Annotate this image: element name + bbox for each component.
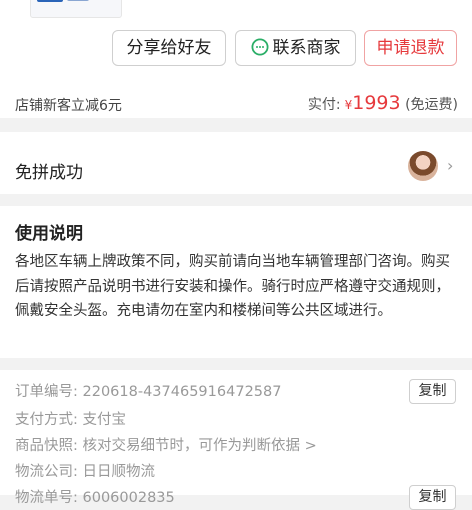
payment-method-value: 支付宝: [82, 412, 127, 428]
contact-merchant-label: 联系商家: [272, 38, 341, 58]
product-logo-mark: [37, 0, 63, 2]
copy-order-number-button[interactable]: 复制: [409, 379, 456, 404]
amount-paid-value: 1993: [352, 92, 401, 114]
chevron-right-icon: ›: [447, 156, 454, 175]
group-status-title: 免拼成功: [15, 163, 83, 183]
payment-method-row: 支付方式: 支付宝: [15, 408, 126, 429]
contact-merchant-button[interactable]: 联系商家: [235, 30, 356, 66]
avatar: [408, 151, 438, 181]
tracking-number-row: 物流单号: 6006002835: [15, 486, 175, 507]
shipping-note: (免运费): [405, 97, 458, 113]
copy-tracking-number-button[interactable]: 复制: [409, 485, 456, 510]
tracking-number-label: 物流单号:: [15, 490, 78, 506]
apply-refund-button[interactable]: 申请退款: [364, 30, 457, 66]
order-number-row: 订单编号: 220618-437465916472587: [15, 380, 281, 401]
logistics-company-row: 物流公司: 日日顺物流: [15, 460, 155, 481]
product-logo-text-mark: [67, 0, 89, 1]
usage-notes-title: 使用说明: [15, 224, 83, 244]
order-summary-card: 分享给好友 联系商家 申请退款 店铺新客立减6元 实付: ¥1993 (免运费): [0, 0, 472, 118]
payment-method-label: 支付方式:: [15, 412, 78, 428]
product-snapshot-label: 商品快照:: [15, 438, 78, 454]
usage-notes-body: 各地区车辆上牌政策不同，购买前请向当地车辆管理部门咨询。购买后请按照产品说明书进…: [15, 254, 450, 319]
product-snapshot-row[interactable]: 商品快照: 核对交易细节时，可作为判断依据 >: [15, 434, 317, 455]
share-to-friend-button[interactable]: 分享给好友: [112, 30, 226, 66]
order-number-value: 220618-437465916472587: [82, 384, 282, 400]
logistics-company-label: 物流公司:: [15, 464, 78, 480]
amount-paid: 实付: ¥1993 (免运费): [308, 92, 458, 114]
store-new-customer-discount: 店铺新客立减6元: [15, 98, 122, 114]
product-thumbnail[interactable]: [30, 0, 122, 18]
order-number-label: 订单编号:: [15, 384, 78, 400]
amount-paid-label: 实付:: [307, 97, 341, 113]
logistics-company-value: 日日顺物流: [82, 464, 156, 480]
product-snapshot-link[interactable]: 核对交易细节时，可作为判断依据 >: [83, 438, 317, 454]
chat-bubble-icon: [251, 38, 268, 56]
tracking-number-value: 6006002835: [82, 490, 175, 506]
